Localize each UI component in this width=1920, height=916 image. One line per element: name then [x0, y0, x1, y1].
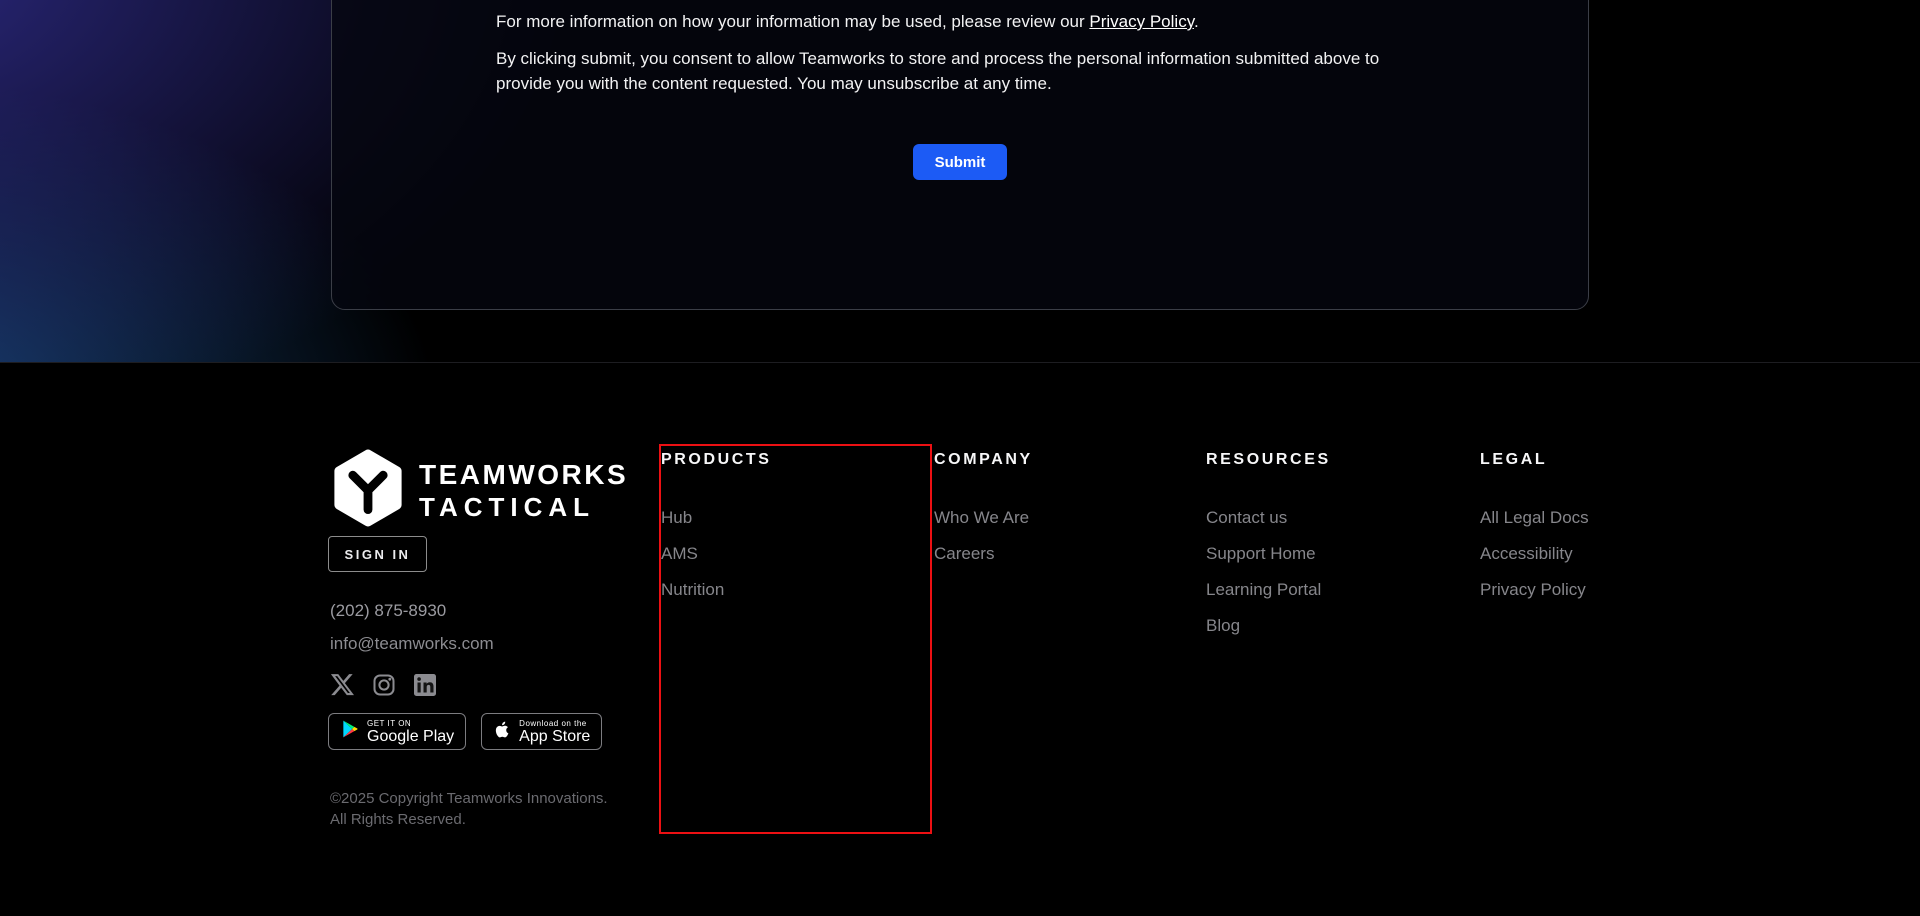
footer-column-company: COMPANY Who We Are Careers — [934, 451, 1033, 579]
footer-link-all-legal-docs[interactable]: All Legal Docs — [1480, 507, 1589, 529]
x-twitter-icon[interactable] — [330, 672, 355, 697]
app-store-badge[interactable]: Download on the App Store — [481, 713, 602, 750]
footer-link-learning-portal[interactable]: Learning Portal — [1206, 579, 1331, 601]
footer-link-ams[interactable]: AMS — [661, 543, 772, 565]
app-store-badge-top-text: Download on the — [519, 719, 590, 728]
submit-button[interactable]: Submit — [913, 144, 1008, 180]
social-icons-row — [330, 672, 437, 697]
form-card: For more information on how your informa… — [331, 0, 1589, 310]
info-text-period: . — [1194, 12, 1199, 31]
app-badges-row: GET IT ON Google Play Download on the Ap… — [328, 713, 602, 750]
logo-wordmark: TEAMWORKS TACTICAL — [419, 459, 628, 523]
footer-column-resources: RESOURCES Contact us Support Home Learni… — [1206, 451, 1331, 651]
page: For more information on how your informa… — [0, 0, 1920, 916]
instagram-icon[interactable] — [371, 672, 396, 697]
copyright-text: ©2025 Copyright Teamworks Innovations. A… — [330, 788, 608, 830]
copyright-line-2: All Rights Reserved. — [330, 809, 608, 830]
sign-in-button[interactable]: SIGN IN — [328, 536, 427, 572]
logo-line-teamworks: TEAMWORKS — [419, 459, 628, 491]
form-section: For more information on how your informa… — [0, 0, 1920, 362]
footer-link-who-we-are[interactable]: Who We Are — [934, 507, 1033, 529]
email-link[interactable]: info@teamworks.com — [330, 634, 494, 654]
column-heading-products: PRODUCTS — [661, 451, 772, 469]
column-heading-company: COMPANY — [934, 451, 1033, 469]
linkedin-icon[interactable] — [412, 672, 437, 697]
copyright-line-1: ©2025 Copyright Teamworks Innovations. — [330, 788, 608, 809]
info-text: For more information on how your informa… — [496, 9, 1426, 34]
footer-link-hub[interactable]: Hub — [661, 507, 772, 529]
footer-link-careers[interactable]: Careers — [934, 543, 1033, 565]
google-play-badge-name: Google Play — [367, 728, 454, 745]
privacy-policy-link[interactable]: Privacy Policy — [1089, 12, 1194, 31]
footer-link-nutrition[interactable]: Nutrition — [661, 579, 772, 601]
footer-link-privacy-policy[interactable]: Privacy Policy — [1480, 579, 1589, 601]
apple-icon — [493, 720, 512, 744]
google-play-badge-top-text: GET IT ON — [367, 719, 454, 728]
footer-column-legal: LEGAL All Legal Docs Accessibility Priva… — [1480, 451, 1589, 615]
footer-link-contact-us[interactable]: Contact us — [1206, 507, 1331, 529]
logo-line-tactical: TACTICAL — [419, 491, 628, 523]
footer-column-products: PRODUCTS Hub AMS Nutrition — [661, 451, 772, 615]
google-play-badge[interactable]: GET IT ON Google Play — [328, 713, 466, 750]
footer: TEAMWORKS TACTICAL SIGN IN (202) 875-893… — [0, 362, 1920, 916]
info-text-body: For more information on how your informa… — [496, 12, 1089, 31]
column-heading-legal: LEGAL — [1480, 451, 1589, 469]
footer-link-accessibility[interactable]: Accessibility — [1480, 543, 1589, 565]
app-store-badge-name: App Store — [519, 728, 590, 745]
footer-link-support-home[interactable]: Support Home — [1206, 543, 1331, 565]
consent-text: By clicking submit, you consent to allow… — [496, 46, 1396, 96]
teamworks-tactical-logo[interactable]: TEAMWORKS TACTICAL — [328, 448, 628, 533]
hexagon-y-logo-icon — [328, 448, 408, 533]
footer-link-blog[interactable]: Blog — [1206, 615, 1331, 637]
column-heading-resources: RESOURCES — [1206, 451, 1331, 469]
google-play-icon — [340, 719, 360, 744]
phone-link[interactable]: (202) 875-8930 — [330, 601, 446, 621]
